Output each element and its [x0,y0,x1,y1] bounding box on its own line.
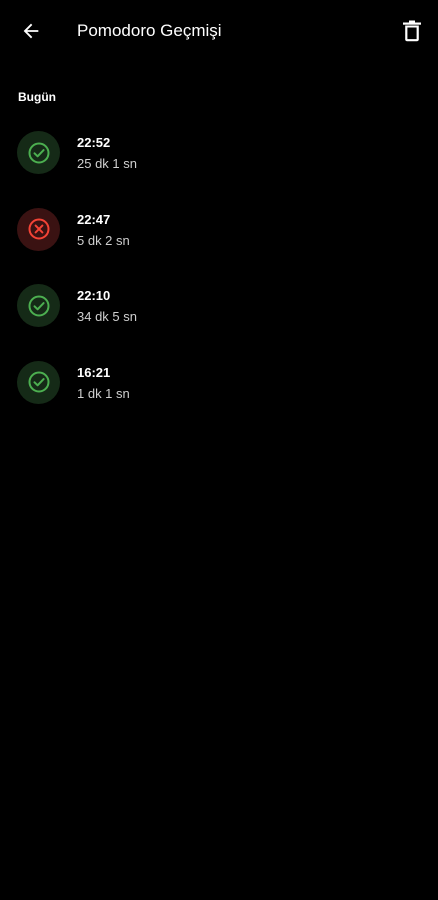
item-duration: 25 dk 1 sn [77,156,137,171]
history-list: 22:52 25 dk 1 sn 22:47 5 dk 2 sn 22:10 3… [0,128,438,434]
item-time: 22:52 [77,135,111,150]
section-header-today: Bugün [18,90,56,104]
delete-history-button[interactable] [396,14,428,48]
history-item[interactable]: 22:52 25 dk 1 sn [0,128,438,205]
status-circle [17,360,60,404]
item-time: 16:21 [77,364,111,380]
arrow-left-icon [23,23,39,39]
history-item[interactable]: 22:10 34 dk 5 sn [0,281,438,358]
check-circle-icon [28,142,49,163]
status-circle [17,284,60,327]
x-circle-icon [28,218,49,240]
status-circle [17,207,60,251]
item-time: 22:47 [77,211,111,227]
item-duration: 1 dk 1 sn [77,385,130,401]
trash-icon [403,20,421,42]
item-duration: 5 dk 2 sn [77,232,130,248]
item-time: 22:10 [77,288,111,303]
page-title: Pomodoro Geçmişi [77,21,222,40]
status-circle [17,131,60,174]
check-circle-icon [28,371,49,393]
check-circle-icon [28,295,49,316]
item-duration: 34 dk 5 sn [77,309,137,324]
history-item[interactable]: 22:47 5 dk 2 sn [0,205,438,282]
history-item[interactable]: 16:21 1 dk 1 sn [0,358,438,435]
back-button[interactable] [14,14,48,48]
app-bar: Pomodoro Geçmişi [0,0,438,62]
